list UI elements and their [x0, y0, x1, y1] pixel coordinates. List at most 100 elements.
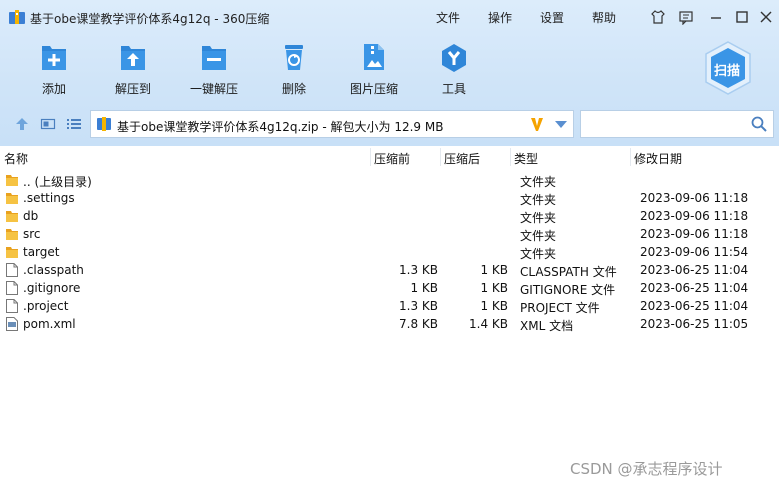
- delete-icon: [285, 45, 303, 70]
- file-name: db: [23, 209, 39, 223]
- add-icon: [42, 46, 66, 70]
- title-bar: 基于obe课堂教学评价体系4g12q - 360压缩 文件 操作 设置 帮助: [0, 0, 779, 34]
- column-modified-date[interactable]: 修改日期: [634, 150, 682, 167]
- file-type: PROJECT 文件: [520, 301, 600, 315]
- one-click-extract-icon: [202, 46, 226, 70]
- search-icon[interactable]: [751, 116, 767, 132]
- original-size: 7.8 KB: [399, 317, 438, 331]
- file-type: 文件夹: [520, 247, 557, 261]
- folder-icon: [6, 175, 18, 186]
- delete-button[interactable]: 删除: [258, 42, 330, 100]
- thumbnail-view-icon[interactable]: [40, 116, 56, 132]
- file-row[interactable]: .gitignore 1 KB 1 KB GITIGNORE 文件 2023-06-25…: [0, 279, 779, 297]
- search-input[interactable]: [585, 115, 745, 135]
- tools-label: 工具: [441, 82, 466, 96]
- file-row[interactable]: db 文件夹 2023-09-06 11:18: [0, 207, 779, 225]
- menu-settings[interactable]: 设置: [540, 9, 564, 26]
- one-click-extract-button[interactable]: 一键解压: [178, 42, 250, 100]
- file-row[interactable]: .project 1.3 KB 1 KB PROJECT 文件 2023-06-25 1…: [0, 297, 779, 315]
- modified-date: 2023-09-06 11:18: [640, 191, 749, 205]
- modified-date: 2023-09-06 11:18: [640, 227, 749, 241]
- app-logo-icon: [9, 10, 25, 24]
- maximize-icon[interactable]: [734, 9, 750, 25]
- delete-label: 删除: [281, 82, 306, 96]
- file-name: src: [23, 227, 41, 241]
- column-compressed-size[interactable]: 压缩后: [444, 150, 480, 167]
- folder-icon: [6, 211, 18, 222]
- search-box[interactable]: [580, 110, 774, 138]
- original-size: 1.3 KB: [399, 299, 438, 313]
- modified-date: 2023-06-25 11:04: [640, 281, 749, 295]
- file-icon: [6, 281, 18, 295]
- path-text: 基于obe课堂教学评价体系4g12q.zip - 解包大小为 12.9 MB: [117, 120, 444, 134]
- menu-file[interactable]: 文件: [436, 9, 460, 26]
- skin-shirt-icon[interactable]: [650, 9, 666, 25]
- compressed-size: 1.4 KB: [469, 317, 508, 331]
- tools-button[interactable]: 工具: [418, 42, 490, 100]
- modified-date: 2023-09-06 11:54: [640, 245, 749, 259]
- image-compress-label: 图片压缩: [349, 82, 398, 96]
- v-logo-icon[interactable]: [529, 116, 545, 132]
- file-type: GITIGNORE 文件: [520, 283, 616, 297]
- folder-icon: [6, 193, 18, 204]
- file-name: pom.xml: [23, 317, 76, 331]
- file-name: .project: [23, 299, 69, 313]
- extract-to-button[interactable]: 解压到: [97, 42, 169, 100]
- modified-date: 2023-09-06 11:18: [640, 209, 749, 223]
- folder-icon: [6, 247, 18, 258]
- file-type: 文件夹: [520, 193, 557, 207]
- menu-help[interactable]: 帮助: [592, 9, 616, 26]
- extract-to-label: 解压到: [114, 82, 151, 96]
- window-title: 基于obe课堂教学评价体系4g12q - 360压缩: [30, 12, 270, 26]
- column-divider[interactable]: [510, 148, 511, 166]
- scan-button[interactable]: 扫描: [702, 40, 754, 96]
- column-divider[interactable]: [370, 148, 371, 166]
- image-compress-icon: [364, 44, 384, 70]
- feedback-icon[interactable]: [678, 9, 694, 25]
- file-type: XML 文档: [520, 319, 574, 333]
- compressed-size: 1 KB: [480, 299, 508, 313]
- list-view-icon[interactable]: [66, 116, 82, 132]
- up-arrow-icon[interactable]: [14, 116, 30, 132]
- compressed-size: 1 KB: [480, 263, 508, 277]
- compressed-size: 1 KB: [480, 281, 508, 295]
- column-divider[interactable]: [630, 148, 631, 166]
- add-button[interactable]: 添加: [18, 42, 90, 100]
- file-type: 文件夹: [520, 229, 557, 243]
- tools-icon: [442, 44, 466, 72]
- column-type[interactable]: 类型: [514, 150, 538, 167]
- file-row[interactable]: .settings 文件夹 2023-09-06 11:18: [0, 189, 779, 207]
- file-row[interactable]: .classpath 1.3 KB 1 KB CLASSPATH 文件 2023-06-…: [0, 261, 779, 279]
- menu-operation[interactable]: 操作: [488, 9, 512, 26]
- file-icon: [6, 299, 18, 313]
- watermark: CSDN @承志程序设计: [570, 460, 723, 478]
- modified-date: 2023-06-25 11:04: [640, 299, 749, 313]
- file-type: 文件夹: [520, 211, 557, 225]
- original-size: 1.3 KB: [399, 263, 438, 277]
- top-panel: 基于obe课堂教学评价体系4g12q - 360压缩 文件 操作 设置 帮助 添…: [0, 0, 779, 146]
- path-bar[interactable]: 基于obe课堂教学评价体系4g12q.zip - 解包大小为 12.9 MB: [90, 110, 574, 138]
- file-name: target: [23, 245, 60, 259]
- column-original-size[interactable]: 压缩前: [374, 150, 410, 167]
- file-row[interactable]: pom.xml 7.8 KB 1.4 KB XML 文档 2023-06-25 11:0…: [0, 315, 779, 333]
- file-type: 文件夹: [520, 175, 557, 189]
- close-icon[interactable]: [758, 9, 774, 25]
- column-name[interactable]: 名称: [4, 150, 28, 167]
- file-row[interactable]: src 文件夹 2023-09-06 11:18: [0, 225, 779, 243]
- file-name: .. (上级目录): [23, 175, 92, 189]
- modified-date: 2023-06-25 11:05: [640, 317, 749, 331]
- navigation-bar: 基于obe课堂教学评价体系4g12q.zip - 解包大小为 12.9 MB: [0, 108, 779, 140]
- file-name: .settings: [23, 191, 75, 205]
- minimize-icon[interactable]: [708, 9, 724, 25]
- original-size: 1 KB: [410, 281, 438, 295]
- file-list-header: 名称 压缩前 压缩后 类型 修改日期: [0, 146, 779, 168]
- path-dropdown-icon[interactable]: [555, 121, 567, 128]
- one-click-extract-label: 一键解压: [189, 82, 238, 96]
- column-divider[interactable]: [440, 148, 441, 166]
- image-compress-button[interactable]: 图片压缩: [338, 42, 410, 100]
- file-type: CLASSPATH 文件: [520, 265, 617, 279]
- file-row[interactable]: target 文件夹 2023-09-06 11:54: [0, 243, 779, 261]
- file-row[interactable]: .. (上级目录) 文件夹: [0, 171, 779, 189]
- zip-archive-icon: [97, 117, 111, 131]
- modified-date: 2023-06-25 11:04: [640, 263, 749, 277]
